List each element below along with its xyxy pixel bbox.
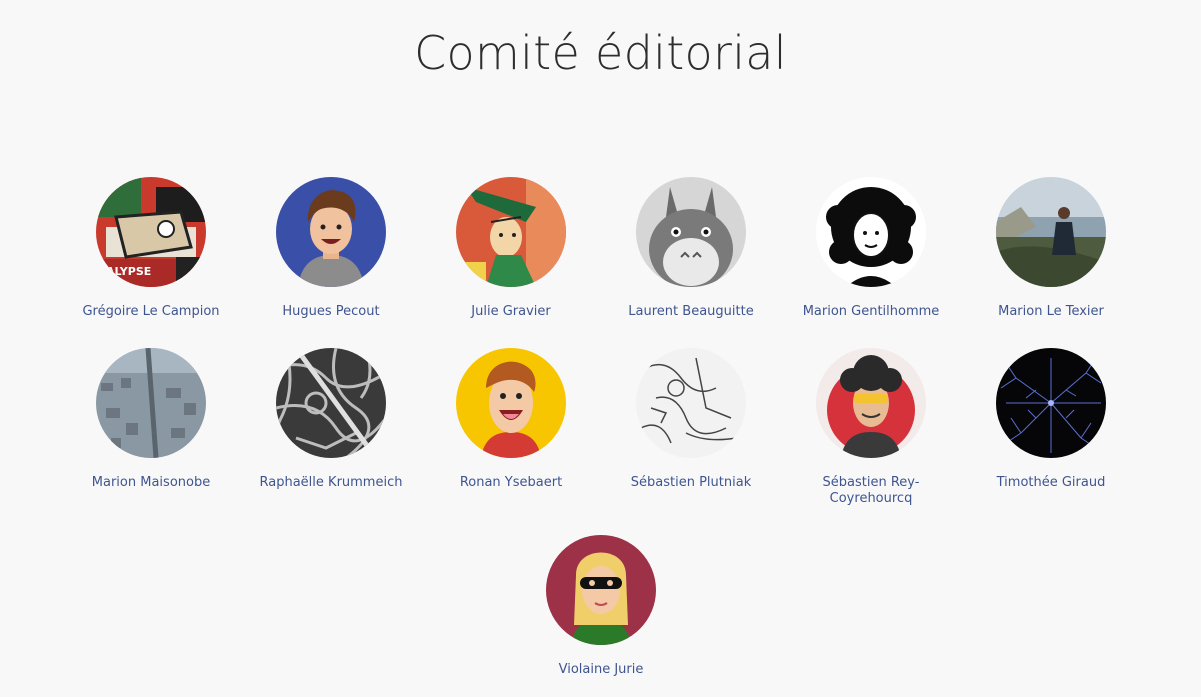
totoro-avatar-icon[interactable]: [636, 177, 746, 287]
member-card[interactable]: Hugues Pecout: [246, 177, 416, 320]
member-card[interactable]: Ronan Ysebaert: [426, 348, 596, 491]
member-card[interactable]: Raphaëlle Krummeich: [246, 348, 416, 491]
sunglasses-avatar-icon[interactable]: [816, 348, 926, 458]
member-name[interactable]: Marion Maisonobe: [66, 475, 236, 491]
member-card[interactable]: Marion Maisonobe: [66, 348, 236, 491]
member-card[interactable]: Laurent Beauguitte: [606, 177, 776, 320]
member-name[interactable]: Hugues Pecout: [246, 304, 416, 320]
member-card[interactable]: Violaine Jurie: [516, 535, 686, 678]
cartoon-man-avatar-icon[interactable]: [276, 177, 386, 287]
member-name[interactable]: Timothée Giraud: [966, 475, 1136, 491]
member-name[interactable]: Marion Le Texier: [966, 304, 1136, 320]
member-name[interactable]: Violaine Jurie: [516, 662, 686, 678]
member-name[interactable]: Grégoire Le Campion: [66, 304, 236, 320]
map-pattern-avatar-icon[interactable]: [276, 348, 386, 458]
member-card[interactable]: ALYPSE Grégoire Le Campion: [66, 177, 236, 320]
member-card[interactable]: Marion Le Texier: [966, 177, 1136, 320]
grafitti-avatar-icon[interactable]: ALYPSE: [96, 177, 206, 287]
member-name[interactable]: Raphaëlle Krummeich: [246, 475, 416, 491]
page-title: Comité éditorial: [414, 26, 787, 80]
svg-text:ALYPSE: ALYPSE: [106, 265, 151, 278]
laughing-boy-avatar-icon[interactable]: [456, 348, 566, 458]
member-name[interactable]: Marion Gentilhomme: [786, 304, 956, 320]
member-name[interactable]: Laurent Beauguitte: [606, 304, 776, 320]
comic-avatar-icon[interactable]: [456, 177, 566, 287]
member-card[interactable]: Marion Gentilhomme: [786, 177, 956, 320]
member-name[interactable]: Julie Gravier: [426, 304, 596, 320]
member-card[interactable]: Julie Gravier: [426, 177, 596, 320]
member-card[interactable]: Sébastien Rey-Coyrehourcq: [786, 348, 956, 507]
member-name[interactable]: Ronan Ysebaert: [426, 475, 596, 491]
editorial-board-page: Comité éditorial ALYPSE Grégoire Le Camp…: [0, 0, 1201, 697]
member-card[interactable]: Sébastien Plutniak: [606, 348, 776, 491]
masked-woman-avatar-icon[interactable]: [546, 535, 656, 645]
member-name[interactable]: Sébastien Rey-Coyrehourcq: [786, 475, 956, 507]
aerial-city-avatar-icon[interactable]: [96, 348, 206, 458]
network-avatar-icon[interactable]: [996, 348, 1106, 458]
cliff-photo-avatar-icon[interactable]: [996, 177, 1106, 287]
member-name[interactable]: Sébastien Plutniak: [606, 475, 776, 491]
member-card[interactable]: Timothée Giraud: [966, 348, 1136, 491]
sketch-avatar-icon[interactable]: [636, 348, 746, 458]
curly-hair-avatar-icon[interactable]: [816, 177, 926, 287]
